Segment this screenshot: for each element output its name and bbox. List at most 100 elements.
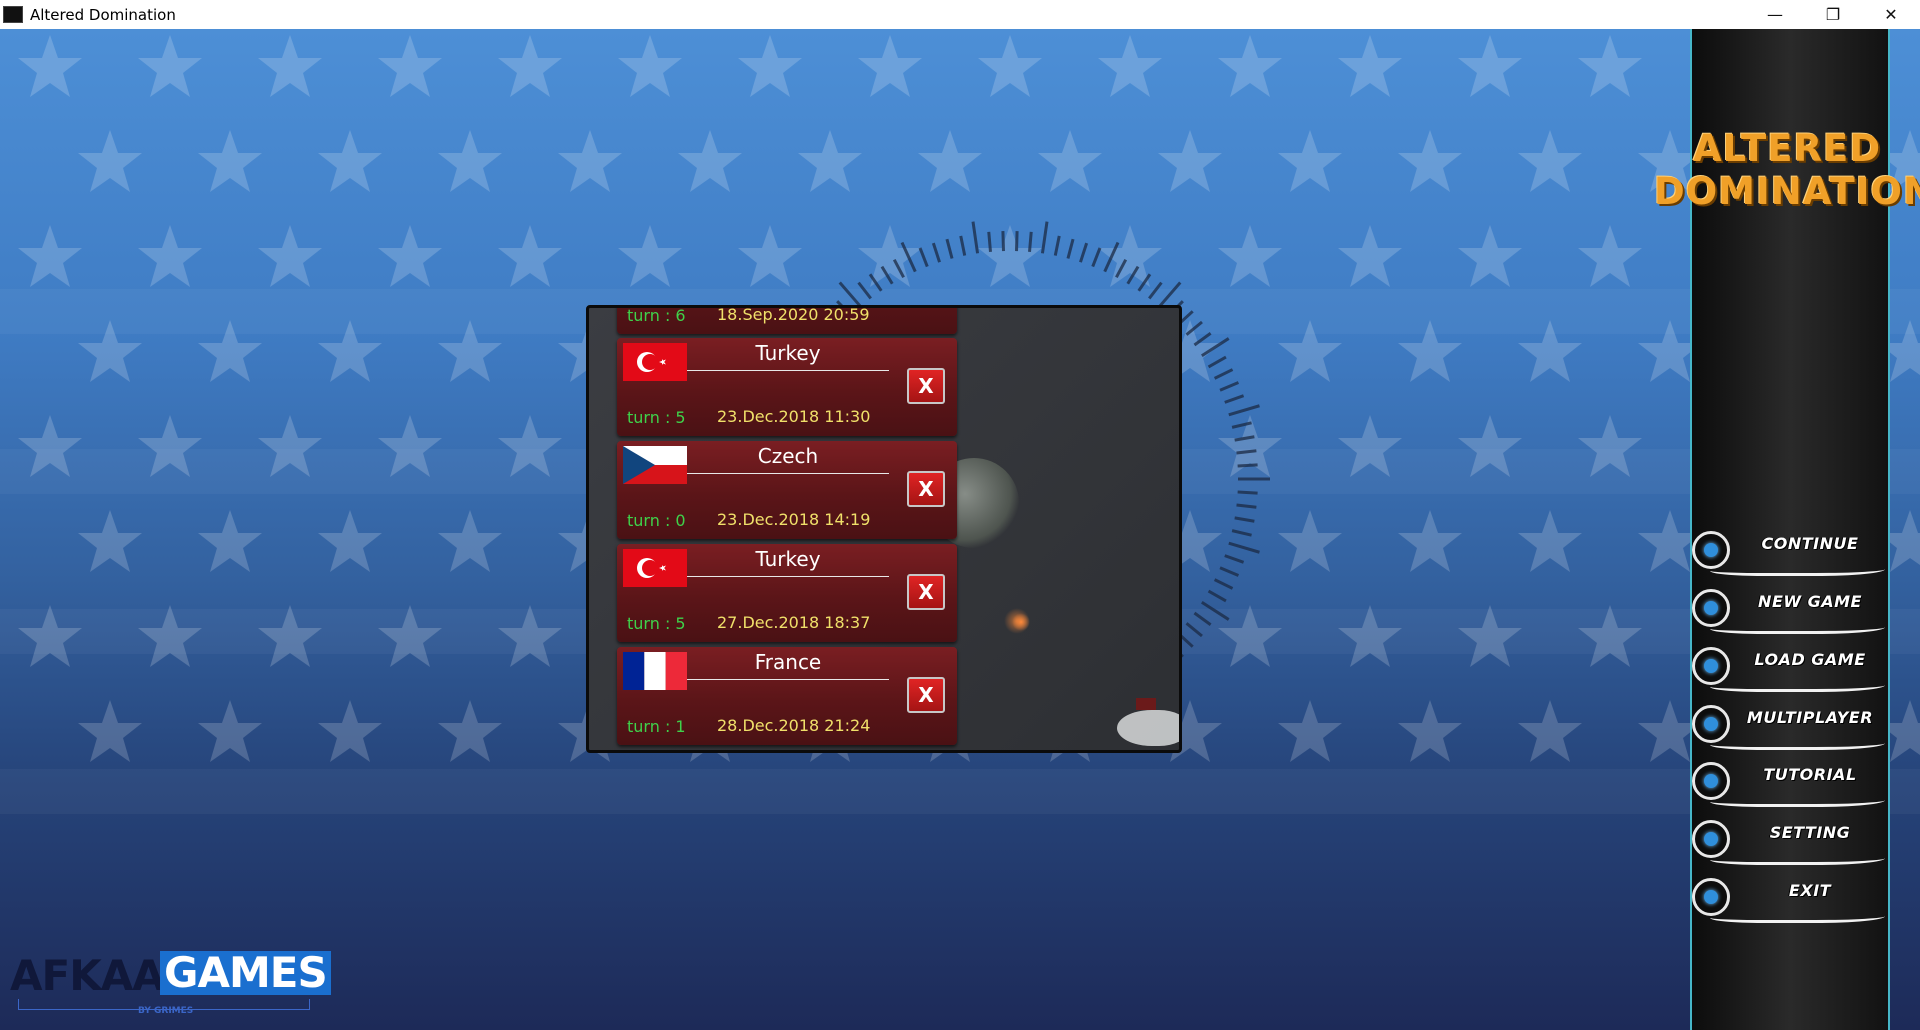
save-country: France: [754, 650, 822, 674]
dial-tick: [1066, 238, 1075, 259]
dial-tick: [1231, 421, 1252, 429]
menu-radio-icon: [1692, 820, 1730, 858]
background-star: [1338, 225, 1402, 287]
turkey-flag-icon: [623, 549, 687, 587]
save-date: 28.Dec.2018 21:24: [717, 716, 871, 735]
window-title: Altered Domination: [30, 5, 176, 24]
dial-tick: [931, 242, 941, 263]
delete-save-button[interactable]: X: [907, 677, 945, 713]
dial-tick: [1126, 265, 1140, 285]
dial-tick: [1231, 529, 1252, 537]
save-slot[interactable]: Turkey X turn : 5 23.Dec.2018 11:30: [617, 338, 957, 436]
save-date: 27.Dec.2018 18:37: [717, 613, 871, 632]
dial-tick: [1028, 231, 1033, 252]
ship-graphic: [1117, 710, 1179, 746]
save-turn: turn : 0: [627, 511, 686, 530]
minimize-button[interactable]: —: [1746, 0, 1804, 29]
background-stripe: [0, 769, 1920, 814]
save-slot[interactable]: turn : 6 18.Sep.2020 20:59: [617, 305, 957, 334]
dial-tick: [1228, 404, 1260, 417]
setting-button[interactable]: SETTING: [1690, 818, 1890, 870]
dial-tick: [1091, 247, 1102, 268]
menu-radio-icon: [1692, 589, 1730, 627]
dial-tick: [1213, 368, 1234, 380]
dial-tick: [1053, 235, 1061, 256]
background-star: [858, 35, 922, 97]
dial-tick: [892, 258, 905, 279]
background-star: [798, 130, 862, 192]
background-star: [78, 700, 142, 762]
background-star: [618, 35, 682, 97]
game-logo-line1: ALTERED: [1692, 127, 1882, 170]
background-star: [1518, 700, 1582, 762]
dial-tick: [1228, 541, 1260, 554]
dial-tick: [1001, 231, 1005, 252]
menu-swoosh: [1710, 906, 1885, 923]
dial-tick: [1148, 281, 1163, 300]
background-star: [18, 35, 82, 97]
background-star: [918, 130, 982, 192]
menu-label: MULTIPLAYER: [1746, 708, 1874, 727]
background-star: [1338, 35, 1402, 97]
dial-tick: [900, 241, 917, 273]
close-button[interactable]: ✕: [1862, 0, 1920, 29]
continue-button[interactable]: CONTINUE: [1690, 529, 1890, 581]
restore-button[interactable]: ❐: [1804, 0, 1862, 29]
menu-label: EXIT: [1788, 881, 1832, 900]
dial-tick: [971, 221, 980, 254]
menu-radio-icon: [1692, 878, 1730, 916]
dial-tick: [1207, 355, 1227, 369]
save-slot[interactable]: France X turn : 1 28.Dec.2018 21:24: [617, 647, 957, 745]
save-turn: turn : 6: [627, 306, 686, 325]
background-star: [18, 225, 82, 287]
app-icon: [3, 6, 23, 23]
tutorial-button[interactable]: TUTORIAL: [1690, 760, 1890, 812]
save-date: 18.Sep.2020 20:59: [717, 305, 870, 324]
save-country: Czech: [757, 444, 819, 468]
menu-swoosh: [1710, 675, 1885, 692]
background-star: [1398, 130, 1462, 192]
background-star: [498, 35, 562, 97]
dial-tick: [838, 281, 862, 308]
background-star: [78, 510, 142, 572]
save-slot[interactable]: Turkey X turn : 5 27.Dec.2018 18:37: [617, 544, 957, 642]
background-star: [318, 130, 382, 192]
dial-tick: [1237, 490, 1258, 495]
background-star: [1458, 225, 1522, 287]
dial-tick: [945, 238, 954, 259]
background-star: [318, 510, 382, 572]
game-logo: ALTERED DOMINATION: [1654, 127, 1920, 213]
load-game-button[interactable]: LOAD GAME: [1690, 645, 1890, 697]
load-game-panel: turn : 6 18.Sep.2020 20:59 Turkey X turn…: [586, 305, 1182, 753]
save-date: 23.Dec.2018 11:30: [717, 407, 871, 426]
dial-tick: [1115, 258, 1128, 279]
glow-dot: [1004, 608, 1030, 634]
save-turn: turn : 5: [627, 408, 686, 427]
save-slot[interactable]: Czech X turn : 0 23.Dec.2018 14:19: [617, 441, 957, 539]
dial-tick: [1103, 241, 1120, 273]
menu-swoosh: [1710, 617, 1885, 634]
background-star: [438, 130, 502, 192]
dial-tick: [1207, 589, 1227, 603]
menu-swoosh: [1710, 790, 1885, 807]
new-game-button[interactable]: NEW GAME: [1690, 587, 1890, 639]
dial-tick: [1200, 601, 1230, 621]
multiplayer-button[interactable]: MULTIPLAYER: [1690, 703, 1890, 755]
dial-tick: [1219, 381, 1240, 392]
publisher-byline: BY GRIMES: [138, 1006, 194, 1016]
background-star: [258, 35, 322, 97]
divider: [687, 679, 889, 680]
background-star: [438, 510, 502, 572]
background-star: [738, 35, 802, 97]
background-star: [438, 700, 502, 762]
background-star: [1578, 225, 1642, 287]
dial-tick: [987, 231, 992, 252]
background-star: [378, 35, 442, 97]
dial-tick: [1015, 231, 1019, 252]
delete-save-button[interactable]: X: [907, 471, 945, 507]
delete-save-button[interactable]: X: [907, 368, 945, 404]
divider: [687, 370, 889, 371]
exit-button[interactable]: EXIT: [1690, 876, 1890, 928]
czech-flag-icon: [623, 446, 687, 484]
delete-save-button[interactable]: X: [907, 574, 945, 610]
